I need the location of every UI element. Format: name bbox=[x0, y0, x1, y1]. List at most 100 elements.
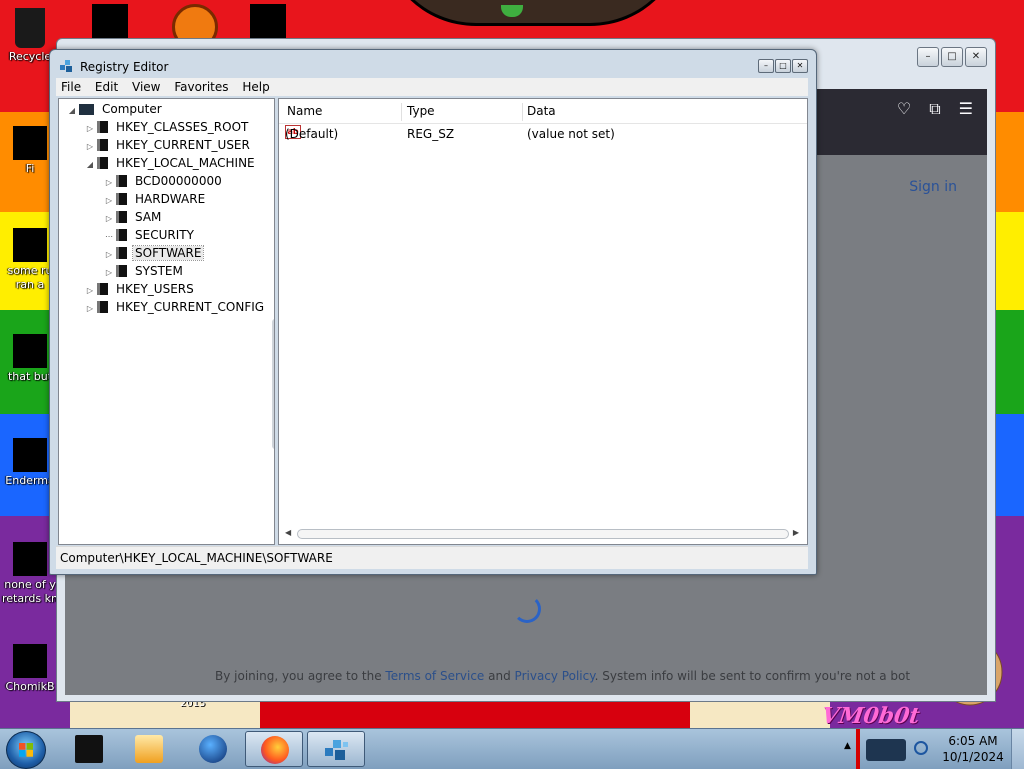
network-icon[interactable] bbox=[914, 741, 928, 755]
taskbar-button-firefox[interactable] bbox=[245, 731, 303, 767]
tree-vertical-scrollbar[interactable] bbox=[272, 319, 274, 449]
privacy-policy-link[interactable]: Privacy Policy bbox=[515, 669, 595, 683]
close-icon[interactable]: ✕ bbox=[792, 59, 808, 73]
menu-favorites[interactable]: Favorites bbox=[169, 78, 233, 96]
expand-arrow-icon[interactable]: ▷ bbox=[85, 300, 95, 318]
taskbar-button-globe[interactable] bbox=[184, 731, 242, 767]
table-row[interactable]: ab (Default) REG_SZ (value not set) bbox=[279, 125, 807, 143]
menu-help[interactable]: Help bbox=[237, 78, 274, 96]
taskbar-button-media-player[interactable] bbox=[120, 731, 178, 767]
shortcut-icon bbox=[13, 228, 47, 262]
scroll-right-icon[interactable]: ▶ bbox=[793, 527, 799, 539]
registry-editor-window[interactable]: Registry Editor – □ ✕ File Edit View Fav… bbox=[49, 49, 817, 575]
scrollbar-thumb[interactable] bbox=[297, 529, 789, 539]
app-icon bbox=[75, 735, 103, 763]
tree-item-hardware[interactable]: ▷ HARDWARE bbox=[104, 190, 207, 208]
loading-spinner-icon bbox=[513, 595, 541, 623]
maximize-icon[interactable]: □ bbox=[775, 59, 791, 73]
menu-edit[interactable]: Edit bbox=[90, 78, 123, 96]
column-header-name[interactable]: Name bbox=[287, 104, 322, 118]
firefox-icon bbox=[261, 736, 289, 764]
watermark-text: VM0b0t bbox=[820, 703, 922, 728]
shortcut-icon bbox=[13, 334, 47, 368]
menu-view[interactable]: View bbox=[127, 78, 165, 96]
registry-editor-icon bbox=[60, 60, 72, 72]
scroll-left-icon[interactable]: ◀ bbox=[285, 527, 291, 539]
tree-item-label: HARDWARE bbox=[135, 192, 206, 206]
tree-item-label: HKEY_USERS bbox=[116, 282, 194, 296]
device-icon[interactable] bbox=[866, 739, 906, 761]
desktop-top-icon-1[interactable] bbox=[92, 4, 128, 40]
column-header-type[interactable]: Type bbox=[407, 104, 435, 118]
media-player-icon bbox=[135, 735, 163, 763]
tree-item-hkey-local-machine[interactable]: ◢ HKEY_LOCAL_MACHINE bbox=[85, 154, 257, 172]
footer-prefix: By joining, you agree to the bbox=[215, 669, 382, 683]
minimize-icon[interactable]: – bbox=[758, 59, 774, 73]
tree-item-label: HKEY_LOCAL_MACHINE bbox=[116, 156, 255, 170]
menu-file[interactable]: File bbox=[56, 78, 86, 96]
collapse-arrow-icon[interactable]: ◢ bbox=[85, 156, 95, 174]
tree-item-label: HKEY_CLASSES_ROOT bbox=[116, 120, 249, 134]
folder-icon bbox=[97, 121, 108, 133]
registry-values-pane[interactable]: Name Type Data ab (Default) REG_SZ (value… bbox=[278, 98, 808, 545]
minimize-icon[interactable]: – bbox=[917, 47, 939, 67]
registry-tree-pane[interactable]: ◢ Computer ▷ HKEY_CLASSES_ROOT ▷ HKEY_CURRE… bbox=[58, 98, 275, 545]
shortcut-icon bbox=[13, 438, 47, 472]
tree-item-label: BCD00000000 bbox=[135, 174, 222, 188]
folder-icon bbox=[116, 175, 127, 187]
shortcut-icon bbox=[13, 126, 47, 160]
tree-item-software[interactable]: ▷ SOFTWARE bbox=[104, 244, 205, 262]
folder-icon bbox=[97, 157, 108, 169]
taskbar-button-registry-editor[interactable] bbox=[307, 731, 365, 767]
wallpaper-cartoon-red bbox=[260, 700, 690, 728]
show-hidden-icons-icon[interactable]: ▲ bbox=[844, 741, 851, 751]
desktop-icon-label: none of y bbox=[4, 578, 56, 591]
pocket-icon[interactable]: ♡ bbox=[897, 99, 911, 119]
tree-item-label: SAM bbox=[135, 210, 162, 224]
taskbar-button-app-1[interactable] bbox=[60, 731, 118, 767]
taskbar: ▲ 6:05 AM 10/1/2024 bbox=[0, 728, 1024, 769]
desktop-icon-6[interactable]: ChomikB bbox=[0, 644, 60, 694]
collapse-arrow-icon[interactable]: ◢ bbox=[67, 102, 77, 120]
status-path: Computer\HKEY_LOCAL_MACHINE\SOFTWARE bbox=[60, 551, 333, 565]
tree-item-bcd[interactable]: ▷ BCD00000000 bbox=[104, 172, 224, 190]
folder-icon bbox=[116, 193, 127, 205]
tree-item-label: Computer bbox=[102, 102, 162, 116]
page-footer-text: By joining, you agree to the Terms of Se… bbox=[215, 669, 910, 683]
value-type-cell: REG_SZ bbox=[407, 127, 455, 141]
column-header-data[interactable]: Data bbox=[527, 104, 556, 118]
sign-in-link[interactable]: Sign in bbox=[909, 179, 957, 195]
shortcut-icon bbox=[13, 644, 47, 678]
maximize-icon[interactable]: □ bbox=[941, 47, 963, 67]
window-title: Registry Editor bbox=[80, 60, 169, 74]
close-icon[interactable]: ✕ bbox=[965, 47, 987, 67]
values-list-header: Name Type Data bbox=[279, 99, 807, 124]
registry-editor-titlebar[interactable]: Registry Editor – □ ✕ bbox=[50, 50, 816, 78]
tree-item-label: SECURITY bbox=[135, 228, 194, 242]
tree-item-hkey-users[interactable]: ▷ HKEY_USERS bbox=[85, 280, 196, 298]
clock[interactable]: 6:05 AM 10/1/2024 bbox=[936, 733, 1010, 765]
desktop-icon-label: retards kn bbox=[2, 592, 58, 605]
value-name: (Default) bbox=[285, 127, 339, 141]
folder-icon bbox=[97, 301, 108, 313]
start-button[interactable] bbox=[6, 731, 46, 769]
footer-and: and bbox=[488, 669, 511, 683]
hamburger-menu-icon[interactable]: ☰ bbox=[959, 99, 973, 119]
clock-time: 6:05 AM bbox=[948, 734, 998, 748]
tray-red-bar bbox=[856, 729, 860, 769]
show-desktop-button[interactable] bbox=[1011, 729, 1024, 769]
tree-item-hkey-current-config[interactable]: ▷ HKEY_CURRENT_CONFIG bbox=[85, 298, 266, 316]
folder-icon bbox=[116, 211, 127, 223]
tree-item-sam[interactable]: ▷ SAM bbox=[104, 208, 163, 226]
tree-item-hkey-current-user[interactable]: ▷ HKEY_CURRENT_USER bbox=[85, 136, 252, 154]
tree-item-security[interactable]: ⋯ SECURITY bbox=[104, 226, 196, 244]
tree-item-label: HKEY_CURRENT_CONFIG bbox=[116, 300, 265, 314]
tree-item-system[interactable]: ▷ SYSTEM bbox=[104, 262, 185, 280]
desktop-top-icon-3[interactable] bbox=[250, 4, 286, 40]
terms-of-service-link[interactable]: Terms of Service bbox=[385, 669, 484, 683]
tree-item-computer[interactable]: ◢ Computer bbox=[67, 100, 164, 118]
extensions-icon[interactable]: ⧉ bbox=[929, 99, 940, 119]
tree-item-hkey-classes-root[interactable]: ▷ HKEY_CLASSES_ROOT bbox=[85, 118, 250, 136]
folder-icon bbox=[116, 265, 127, 277]
values-horizontal-scrollbar[interactable]: ◀ ▶ bbox=[283, 527, 801, 539]
